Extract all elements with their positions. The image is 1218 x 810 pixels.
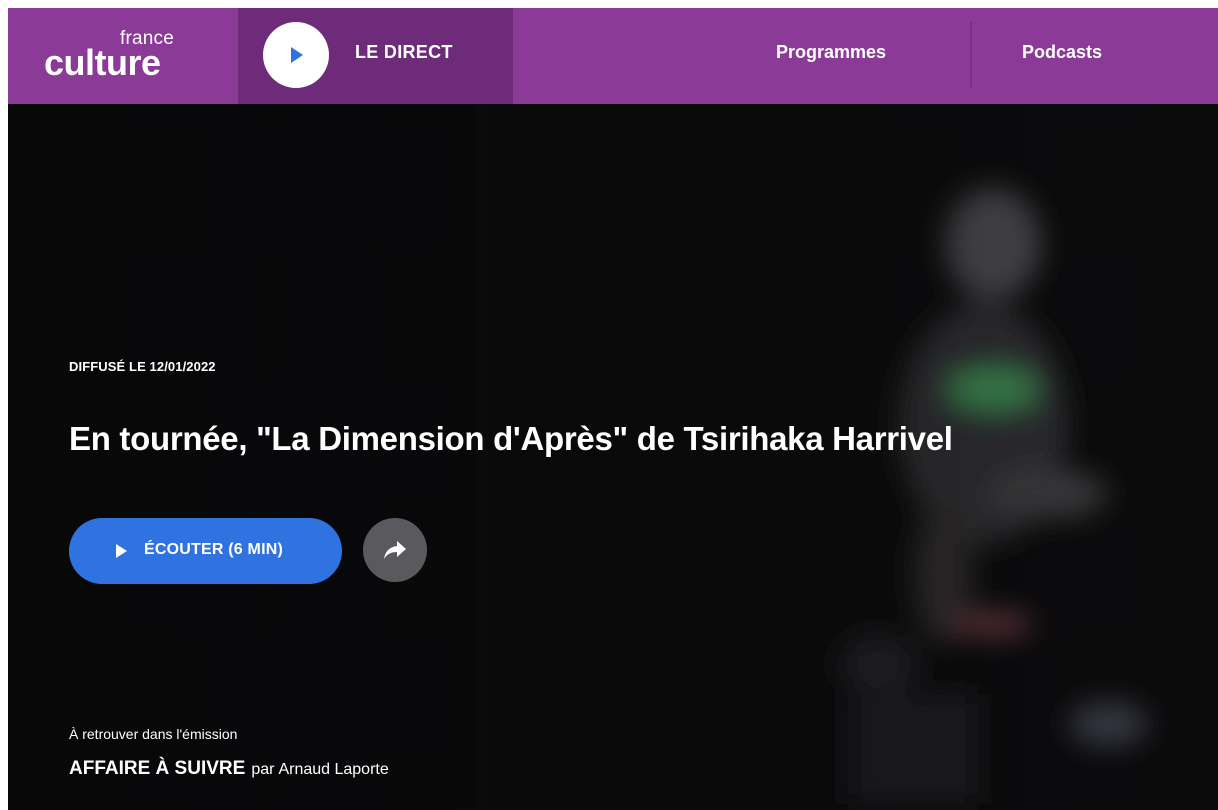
program-host-name: Arnaud Laporte: [278, 761, 389, 778]
share-button[interactable]: [363, 518, 427, 582]
episode-title: En tournée, "La Dimension d'Après" de Ts…: [69, 420, 953, 457]
live-play-icon[interactable]: [263, 22, 329, 88]
listen-button-label: ÉCOUTER (6 MIN): [144, 541, 283, 558]
episode-hero: DIFFUSÉ LE 12/01/2022 En tournée, "La Di…: [8, 104, 1218, 810]
logo-culture-text: culture: [44, 42, 161, 83]
broadcast-date: DIFFUSÉ LE 12/01/2022: [69, 359, 216, 374]
program-credit: AFFAIRE À SUIVRE par Arnaud Laporte: [69, 758, 389, 780]
live-direct-button[interactable]: LE DIRECT: [238, 8, 513, 104]
nav-divider: [970, 22, 972, 88]
play-triangle-icon: [291, 47, 303, 63]
nav-podcasts[interactable]: Podcasts: [1022, 42, 1102, 63]
play-icon: [116, 544, 127, 558]
share-icon: [384, 541, 406, 559]
listen-button[interactable]: ÉCOUTER (6 MIN): [69, 518, 342, 584]
program-intro-label: À retrouver dans l'émission: [69, 726, 238, 742]
site-header: france culture LE DIRECT Programmes Podc…: [8, 8, 1218, 104]
program-par-text: par: [251, 761, 275, 778]
live-direct-label: LE DIRECT: [355, 42, 453, 62]
page-frame: france culture LE DIRECT Programmes Podc…: [8, 8, 1218, 810]
nav-programmes[interactable]: Programmes: [776, 42, 886, 63]
program-name-link[interactable]: AFFAIRE À SUIVRE: [69, 758, 245, 779]
france-culture-logo[interactable]: france culture: [40, 22, 200, 92]
